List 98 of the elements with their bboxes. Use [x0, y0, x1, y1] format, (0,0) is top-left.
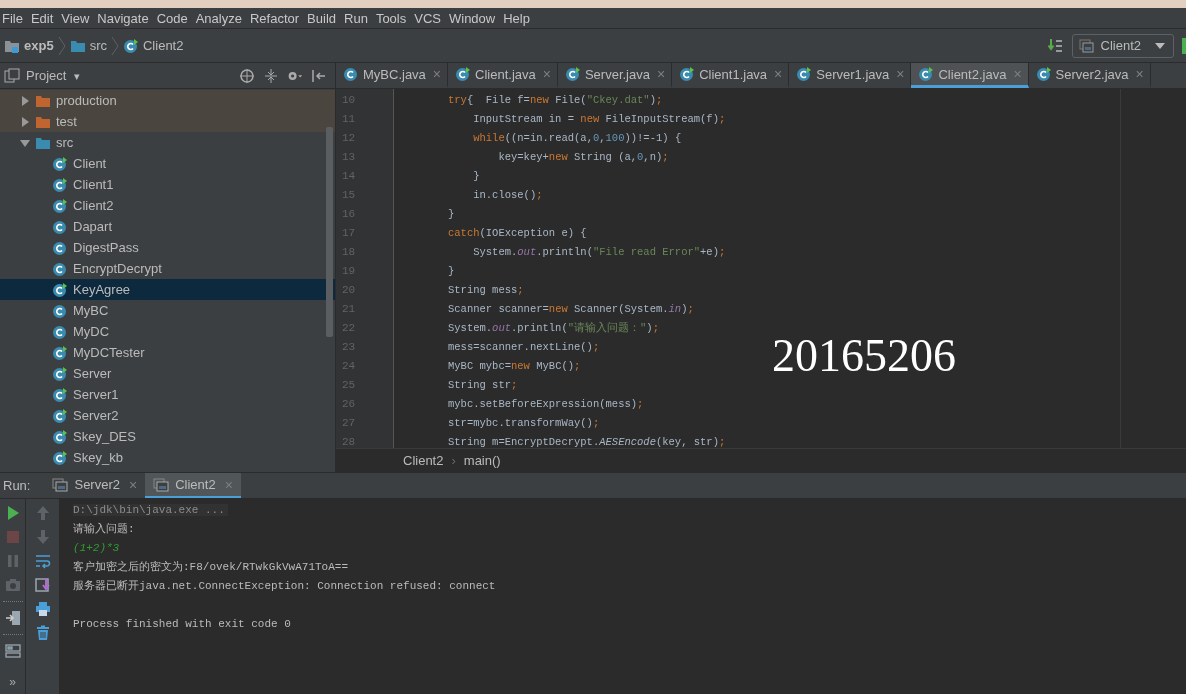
- tree-item[interactable]: Server: [0, 363, 335, 384]
- menu-item[interactable]: Window: [446, 10, 502, 26]
- command-text: D:\jdk\bin\java.exe ...: [73, 504, 228, 516]
- output-text: 服务器已断开java.net.ConnectException: Connection refused: connect: [73, 580, 496, 592]
- menu-item[interactable]: View: [59, 10, 96, 26]
- code-line: key=key+new String (a,0,n);: [497, 150, 669, 165]
- menu-item[interactable]: Code: [154, 10, 194, 26]
- tree-item[interactable]: DigestPass: [0, 237, 335, 258]
- code-line: MyBC mybc=new MyBC();: [448, 359, 581, 374]
- tree-item[interactable]: MyBC: [0, 300, 335, 321]
- editor-tab[interactable]: Client2.java ×: [911, 63, 1029, 88]
- editor-tab[interactable]: Server2.java ×: [1028, 63, 1151, 88]
- breadcrumb-separator: ›: [451, 453, 456, 468]
- breadcrumb-item[interactable]: src: [69, 37, 107, 54]
- tree-item[interactable]: KeyAgree: [0, 279, 335, 300]
- output-text: Process finished with exit code 0: [73, 618, 291, 630]
- tree-item[interactable]: Client: [0, 153, 335, 174]
- run-label: Run:: [2, 478, 32, 493]
- tree-item[interactable]: Server1: [0, 384, 335, 405]
- print-icon[interactable]: [34, 601, 51, 617]
- console-icon: [153, 476, 170, 493]
- hide-panel-icon[interactable]: [311, 67, 327, 84]
- menu-item[interactable]: Run: [342, 10, 374, 26]
- breadcrumb-item[interactable]: Client2: [403, 453, 444, 468]
- code-line: str=mybc.transformWay();: [448, 416, 600, 431]
- trash-icon[interactable]: [34, 625, 51, 641]
- code-line: while((n=in.read(a,0,100))!=-1) {: [472, 131, 682, 146]
- more-actions[interactable]: »: [9, 675, 16, 689]
- console-icon: [1078, 37, 1095, 54]
- scrollbar[interactable]: [326, 127, 333, 337]
- menu-item[interactable]: Edit: [28, 10, 60, 26]
- menu-item[interactable]: File: [0, 10, 29, 26]
- run-tab[interactable]: Client2 ×: [145, 473, 241, 498]
- expanded-arrow-icon[interactable]: [20, 137, 30, 148]
- tree-item[interactable]: Client1: [0, 174, 335, 195]
- caret-icon: [1155, 42, 1165, 49]
- tree-item[interactable]: Server2: [0, 405, 335, 426]
- project-view-icon: [4, 67, 20, 84]
- code-line: }: [448, 264, 455, 279]
- tree-item[interactable]: Client2: [0, 195, 335, 216]
- code-line: catch(IOException e) {: [448, 226, 587, 241]
- binary-download-icon[interactable]: [1047, 37, 1064, 54]
- code-line: System.out.println("请输入问题：");: [448, 321, 659, 336]
- tree-item[interactable]: MyDCTester: [0, 342, 335, 363]
- console-icon: [52, 476, 69, 493]
- crosshair-icon[interactable]: [239, 67, 255, 84]
- tree-item[interactable]: Dapart: [0, 216, 335, 237]
- code-line: }: [448, 207, 455, 222]
- tree-item[interactable]: Skey_DES: [0, 426, 335, 447]
- breadcrumb-item[interactable]: exp5: [4, 37, 54, 54]
- tree-item[interactable]: Skey_kb: [0, 447, 335, 468]
- chevron-icon: [57, 35, 66, 56]
- code-line: InputStream in = new FileInputStream(f);: [472, 112, 726, 127]
- collapsed-arrow-icon[interactable]: [20, 116, 30, 127]
- editor-tab[interactable]: Client1.java ×: [672, 63, 790, 88]
- class-icon: [123, 37, 139, 54]
- tree-item[interactable]: MyDC: [0, 321, 335, 342]
- overlay-number: 20165206: [772, 329, 956, 382]
- code-line: mess=scanner.nextLine();: [448, 340, 600, 355]
- code-line: System.out.println("File read Error"+e);: [472, 245, 726, 260]
- editor-tab[interactable]: Server.java ×: [557, 63, 673, 88]
- code-line: Scanner scanner=new Scanner(System.in);: [448, 302, 694, 317]
- input-text: (1+2)*3: [73, 542, 120, 554]
- menu-item[interactable]: Build: [305, 10, 342, 26]
- tree-item[interactable]: EncryptDecrypt: [0, 258, 335, 279]
- tree-item[interactable]: production: [0, 90, 335, 111]
- tree-item[interactable]: src: [0, 132, 335, 153]
- layout-icon[interactable]: [4, 643, 21, 659]
- code-line: String mess;: [448, 283, 524, 298]
- code-line: mybc.setBeforeExpression(mess);: [448, 397, 644, 412]
- code-line: }: [472, 169, 480, 184]
- menu-item[interactable]: Analyze: [193, 10, 248, 26]
- menu-item[interactable]: Navigate: [95, 10, 155, 26]
- menu-item[interactable]: VCS: [412, 10, 447, 26]
- chevron-icon: [111, 35, 119, 56]
- code-line: try{ File f=new File("Ckey.dat");: [448, 93, 663, 108]
- editor-tab[interactable]: Client.java ×: [448, 63, 558, 88]
- code-line: in.close();: [472, 188, 543, 203]
- run-tab[interactable]: Server2 ×: [44, 473, 146, 498]
- exit-icon[interactable]: [4, 610, 21, 626]
- collapse-all-icon[interactable]: [263, 67, 279, 84]
- run-icon[interactable]: [1182, 37, 1186, 54]
- menu-item[interactable]: Refactor: [247, 10, 306, 26]
- output-text: 请输入问题:: [73, 523, 135, 535]
- project-view-selector[interactable]: Project ▾: [26, 68, 81, 83]
- menu-item[interactable]: Tools: [373, 10, 413, 26]
- breadcrumb-item[interactable]: main(): [463, 453, 501, 468]
- code-line: String str;: [448, 378, 518, 393]
- editor-tab[interactable]: MyBC.java ×: [336, 63, 449, 88]
- menu-item[interactable]: Help: [501, 10, 536, 26]
- output-text: 客户加密之后的密文为:F8/ovek/RTwkGkVwA71ToA==: [73, 561, 349, 573]
- collapsed-arrow-icon[interactable]: [20, 95, 30, 106]
- tree-item[interactable]: test: [0, 111, 335, 132]
- code-line: String m=EncryptDecrypt.AESEncode(key, str);: [448, 435, 726, 448]
- soft-wrap-icon[interactable]: [34, 553, 51, 569]
- run-configuration-dropdown[interactable]: Client2: [1071, 33, 1174, 58]
- breadcrumb-item[interactable]: Client2: [123, 37, 184, 54]
- scroll-to-end-icon[interactable]: [34, 577, 51, 593]
